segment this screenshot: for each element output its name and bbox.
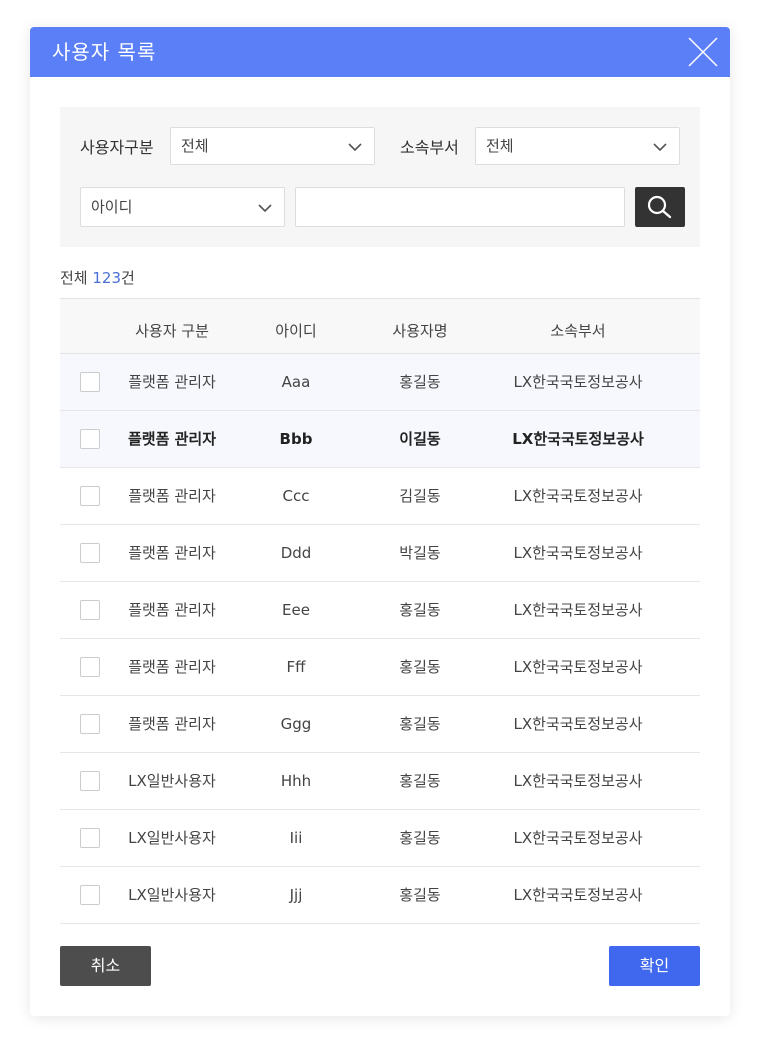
- count-suffix: 건: [121, 269, 135, 287]
- cell-dept: LX한국국토정보공사: [513, 544, 643, 562]
- search-field-select[interactable]: 아이디: [80, 187, 285, 227]
- cell-user-name: 홍길동: [399, 886, 441, 904]
- cell-dept: LX한국국토정보공사: [513, 487, 643, 505]
- cell-id: Ccc: [282, 487, 310, 505]
- table-row[interactable]: 플랫폼 관리자 Aaa 홍길동 LX한국국토정보공사: [60, 354, 700, 411]
- cell-user-type: 플랫폼 관리자: [128, 373, 216, 391]
- cell-id: Jjj: [289, 886, 303, 904]
- table-row[interactable]: 플랫폼 관리자 Eee 홍길동 LX한국국토정보공사: [60, 582, 700, 639]
- row-checkbox[interactable]: [80, 429, 100, 449]
- search-button[interactable]: [635, 187, 685, 227]
- cell-user-name: 홍길동: [399, 829, 441, 847]
- cell-dept: LX한국국토정보공사: [513, 772, 643, 790]
- cell-dept: LX한국국토정보공사: [513, 886, 643, 904]
- user-table: 사용자 구분 아이디 사용자명 소속부서 플랫폼 관리자 Aaa 홍길동 LX한…: [60, 298, 700, 924]
- cell-user-name: 박길동: [399, 544, 441, 562]
- table-row[interactable]: 플랫폼 관리자 Bbb 이길동 LX한국국토정보공사: [60, 411, 700, 468]
- count-number: 123: [92, 269, 122, 287]
- cell-dept: LX한국국토정보공사: [513, 829, 643, 847]
- row-checkbox[interactable]: [80, 828, 100, 848]
- dept-select-value: 전체: [486, 137, 514, 155]
- header-dept: 소속부서: [550, 322, 606, 340]
- cell-user-name: 김길동: [399, 487, 441, 505]
- table-row[interactable]: LX일반사용자 Iii 홍길동 LX한국국토정보공사: [60, 810, 700, 867]
- row-checkbox[interactable]: [80, 372, 100, 392]
- cell-id: Ggg: [280, 715, 312, 733]
- cell-user-type: 플랫폼 관리자: [128, 658, 216, 676]
- dept-select[interactable]: 전체: [475, 127, 680, 165]
- row-checkbox[interactable]: [80, 600, 100, 620]
- table-header: 사용자 구분 아이디 사용자명 소속부서: [60, 298, 700, 354]
- cell-id: Eee: [282, 601, 310, 619]
- search-input[interactable]: [295, 187, 625, 227]
- cell-user-type: 플랫폼 관리자: [127, 430, 217, 448]
- cell-dept: LX한국국토정보공사: [513, 658, 643, 676]
- modal-title: 사용자 목록: [52, 40, 157, 64]
- cell-user-type: 플랫폼 관리자: [128, 487, 216, 505]
- confirm-button[interactable]: 확인: [609, 946, 700, 986]
- table-row[interactable]: 플랫폼 관리자 Ddd 박길동 LX한국국토정보공사: [60, 525, 700, 582]
- cancel-button[interactable]: 취소: [60, 946, 151, 986]
- table-row[interactable]: LX일반사용자 Hhh 홍길동 LX한국국토정보공사: [60, 753, 700, 810]
- user-type-select-value: 전체: [181, 137, 209, 155]
- cell-dept: LX한국국토정보공사: [513, 601, 643, 619]
- header-user-name: 사용자명: [392, 322, 448, 340]
- table-row[interactable]: 플랫폼 관리자 Ccc 김길동 LX한국국토정보공사: [60, 468, 700, 525]
- cell-user-name: 이길동: [399, 430, 441, 448]
- table-row[interactable]: 플랫폼 관리자 Ggg 홍길동 LX한국국토정보공사: [60, 696, 700, 753]
- table-row[interactable]: 플랫폼 관리자 Fff 홍길동 LX한국국토정보공사: [60, 639, 700, 696]
- modal-header: 사용자 목록: [30, 27, 730, 77]
- cell-user-type: LX일반사용자: [128, 829, 216, 847]
- cell-user-type: LX일반사용자: [128, 772, 216, 790]
- row-checkbox[interactable]: [80, 885, 100, 905]
- row-checkbox[interactable]: [80, 714, 100, 734]
- result-count: 전체 123건: [60, 267, 135, 289]
- cell-user-type: 플랫폼 관리자: [128, 544, 216, 562]
- cell-id: Fff: [286, 658, 306, 676]
- table-row[interactable]: LX일반사용자 Jjj 홍길동 LX한국국토정보공사: [60, 867, 700, 924]
- close-icon[interactable]: [688, 37, 718, 67]
- cell-user-name: 홍길동: [399, 772, 441, 790]
- cell-user-name: 홍길동: [399, 373, 441, 391]
- chevron-down-icon: [258, 204, 272, 213]
- search-filter-panel: 사용자구분 전체 소속부서 전체 아이디: [60, 107, 700, 247]
- row-checkbox[interactable]: [80, 771, 100, 791]
- search-icon: [647, 195, 672, 219]
- cell-dept: LX한국국토정보공사: [512, 430, 644, 448]
- cell-dept: LX한국국토정보공사: [513, 715, 643, 733]
- user-list-modal: 사용자 목록 사용자구분 전체 소속부서 전체 아이디 전체 123건 사용자 …: [30, 27, 730, 1016]
- header-user-type: 사용자 구분: [135, 322, 209, 340]
- cell-user-name: 홍길동: [399, 715, 441, 733]
- cell-user-type: LX일반사용자: [128, 886, 216, 904]
- cell-user-type: 플랫폼 관리자: [128, 715, 216, 733]
- dept-label: 소속부서: [400, 138, 459, 157]
- cell-id: Bbb: [279, 430, 313, 448]
- cell-id: Ddd: [280, 544, 312, 562]
- chevron-down-icon: [348, 143, 362, 152]
- header-id: 아이디: [275, 322, 317, 340]
- cell-user-name: 홍길동: [399, 601, 441, 619]
- cell-user-type: 플랫폼 관리자: [128, 601, 216, 619]
- user-type-label: 사용자구분: [80, 138, 154, 157]
- row-checkbox[interactable]: [80, 543, 100, 563]
- user-type-select[interactable]: 전체: [170, 127, 375, 165]
- count-prefix: 전체: [60, 269, 88, 287]
- cell-user-name: 홍길동: [399, 658, 441, 676]
- cell-dept: LX한국국토정보공사: [513, 373, 643, 391]
- cell-id: Iii: [289, 829, 303, 847]
- cell-id: Hhh: [280, 772, 312, 790]
- cell-id: Aaa: [281, 373, 311, 391]
- row-checkbox[interactable]: [80, 657, 100, 677]
- search-field-select-value: 아이디: [91, 198, 133, 216]
- chevron-down-icon: [653, 143, 667, 152]
- row-checkbox[interactable]: [80, 486, 100, 506]
